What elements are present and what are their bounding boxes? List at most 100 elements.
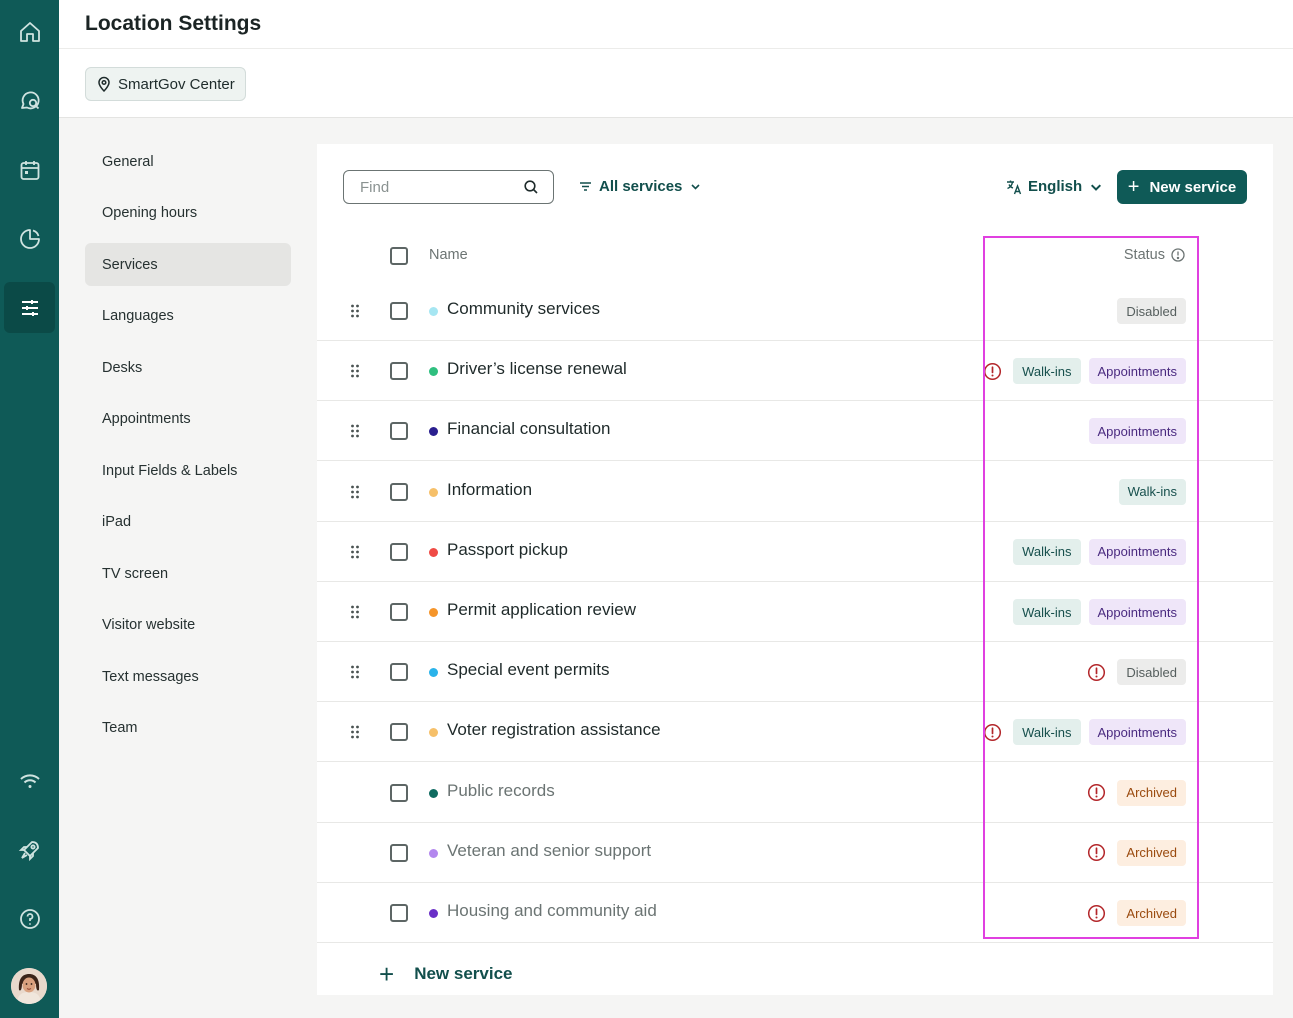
service-name[interactable]: Permit application review [447, 600, 636, 620]
warning-icon[interactable] [1087, 663, 1106, 682]
drag-handle-icon[interactable] [350, 484, 360, 500]
column-name[interactable]: Name [429, 247, 468, 263]
add-service-row-button[interactable]: + New service [379, 961, 512, 987]
row-checkbox[interactable] [390, 422, 408, 441]
service-name[interactable]: Housing and community aid [447, 901, 657, 921]
table-row[interactable]: Public records Archived [317, 763, 1273, 823]
service-color-dot [429, 307, 438, 316]
warning-icon[interactable] [1087, 843, 1106, 862]
calendar-icon[interactable] [4, 144, 55, 195]
settings-nav-item-opening-hours[interactable]: Opening hours [85, 192, 291, 235]
settings-nav-item-desks[interactable]: Desks [85, 346, 291, 389]
status-badge-appointments: Appointments [1088, 599, 1186, 625]
drag-handle-icon[interactable] [350, 303, 360, 319]
row-checkbox[interactable] [390, 843, 408, 862]
table-row[interactable]: Veteran and senior support Archived [317, 823, 1273, 883]
table-row[interactable]: Information Walk-ins [317, 462, 1273, 522]
status-badge-appointments: Appointments [1088, 418, 1186, 445]
service-name[interactable]: Voter registration assistance [447, 720, 661, 740]
location-selector[interactable]: SmartGov Center [85, 67, 246, 101]
service-name[interactable]: Veteran and senior support [447, 841, 651, 861]
status-badge-walk-ins: Walk-ins [1013, 719, 1081, 746]
drag-handle-icon[interactable] [350, 544, 360, 560]
settings-nav-item-general[interactable]: General [85, 140, 291, 183]
drag-handle-icon[interactable] [350, 423, 360, 439]
translate-icon [1007, 180, 1022, 194]
table-row[interactable]: Community services Disabled [317, 281, 1273, 341]
home-icon[interactable] [4, 6, 55, 57]
table-row[interactable]: Passport pickup Walk-ins Appointments [317, 522, 1273, 582]
status-badges: Archived [1087, 839, 1186, 866]
row-checkbox[interactable] [390, 302, 408, 320]
drag-handle-icon[interactable] [350, 363, 360, 379]
language-dropdown[interactable]: English [1006, 178, 1104, 195]
status-badges: Appointments [1088, 418, 1186, 445]
table-row[interactable]: Voter registration assistance Walk-ins App… [317, 702, 1273, 763]
new-service-button[interactable]: + New service [1117, 170, 1247, 204]
drag-handle-icon[interactable] [350, 724, 360, 740]
settings-nav-item-text-messages[interactable]: Text messages [85, 655, 291, 698]
table-row[interactable]: Housing and community aid Archived [317, 883, 1273, 943]
row-checkbox[interactable] [390, 542, 408, 561]
service-color-dot [429, 608, 438, 617]
service-color-dot [429, 728, 438, 738]
user-avatar[interactable] [11, 968, 47, 1004]
service-name[interactable]: Community services [447, 299, 600, 319]
service-name[interactable]: Passport pickup [447, 540, 568, 560]
row-checkbox[interactable] [390, 663, 408, 682]
settings-nav-item-team[interactable]: Team [85, 707, 291, 750]
chat-search-icon[interactable] [4, 75, 55, 126]
row-checkbox[interactable] [390, 783, 408, 802]
warning-icon[interactable] [983, 723, 1002, 742]
chevron-down-icon [691, 184, 700, 190]
settings-nav-item-visitor-website[interactable]: Visitor website [85, 604, 291, 647]
service-color-dot [429, 848, 438, 858]
settings-nav-item-ipad[interactable]: iPad [85, 501, 291, 544]
service-name[interactable]: Financial consultation [447, 419, 610, 439]
search-input[interactable]: Find [343, 170, 554, 204]
table-row[interactable]: Permit application review Walk-ins Appoint… [317, 582, 1273, 642]
table-row[interactable]: Financial consultation Appointments [317, 401, 1273, 462]
info-icon[interactable] [1171, 248, 1185, 262]
header-divider [59, 48, 1293, 49]
status-badge-appointments: Appointments [1088, 719, 1186, 746]
service-name[interactable]: Special event permits [447, 660, 610, 680]
row-checkbox[interactable] [390, 362, 408, 381]
warning-icon[interactable] [983, 362, 1002, 381]
drag-handle-icon[interactable] [350, 604, 360, 620]
status-badge-walk-ins: Walk-ins [1013, 599, 1081, 625]
status-badges: Archived [1087, 779, 1186, 806]
status-badge-walk-ins: Walk-ins [1118, 478, 1186, 505]
warning-icon[interactable] [1087, 904, 1106, 923]
search-placeholder: Find [360, 178, 390, 196]
help-icon[interactable] [4, 893, 55, 944]
column-status[interactable]: Status [1124, 247, 1185, 263]
warning-icon[interactable] [1087, 783, 1106, 802]
settings-nav-item-languages[interactable]: Languages [85, 295, 291, 338]
service-color-dot [429, 427, 438, 437]
service-color-dot [429, 487, 438, 497]
service-name[interactable]: Information [447, 480, 532, 500]
row-checkbox[interactable] [390, 482, 408, 501]
settings-nav-item-appointments[interactable]: Appointments [85, 398, 291, 441]
drag-handle-icon[interactable] [350, 664, 360, 680]
column-status-label: Status [1123, 247, 1165, 263]
sliders-icon[interactable] [4, 282, 55, 333]
row-checkbox[interactable] [390, 723, 408, 742]
chart-pie-icon[interactable] [4, 213, 55, 264]
services-filter-dropdown[interactable]: All services [579, 178, 702, 195]
settings-nav-item-services[interactable]: Services [85, 243, 291, 286]
settings-nav-item-input-fields-labels[interactable]: Input Fields & Labels [85, 449, 291, 492]
row-checkbox[interactable] [390, 603, 408, 621]
settings-nav-item-tv-screen[interactable]: TV screen [85, 552, 291, 595]
status-badges: Disabled [1117, 298, 1186, 324]
wifi-icon[interactable] [4, 755, 55, 806]
service-name[interactable]: Driver’s license renewal [447, 359, 627, 379]
chevron-down-icon [1091, 183, 1102, 191]
service-name[interactable]: Public records [447, 781, 555, 801]
table-row[interactable]: Driver’s license renewal Walk-ins Appointm… [317, 341, 1273, 402]
select-all-checkbox[interactable] [390, 247, 408, 265]
table-row[interactable]: Special event permits Disabled [317, 642, 1273, 703]
rocket-icon[interactable] [4, 824, 55, 875]
row-checkbox[interactable] [390, 904, 408, 922]
